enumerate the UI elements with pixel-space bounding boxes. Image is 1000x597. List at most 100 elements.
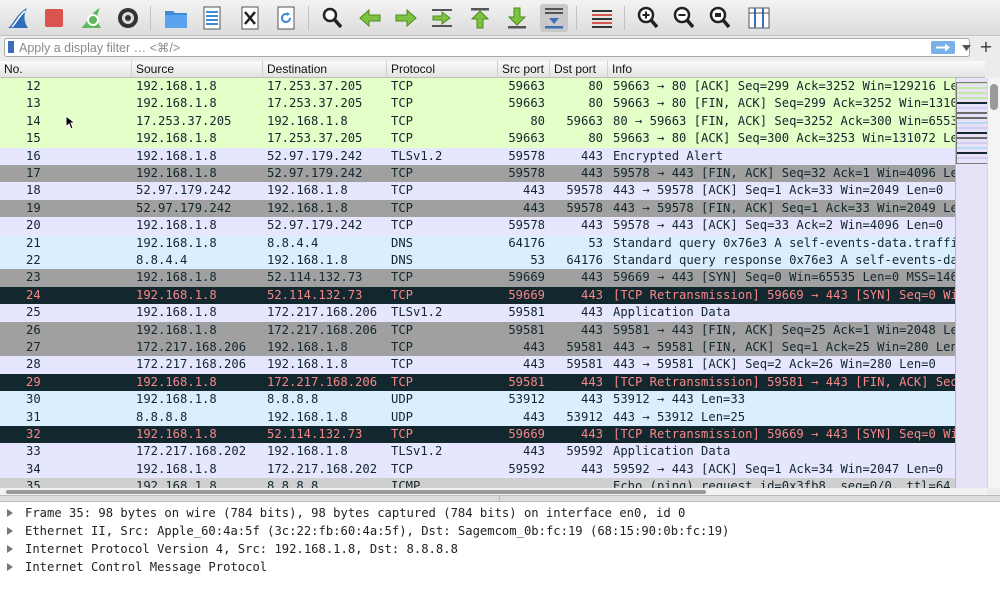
packet-source: 8.8.8.8 [136, 409, 188, 424]
minimap-viewport[interactable] [956, 82, 987, 164]
packet-number: 16 [26, 148, 41, 163]
capture-options-icon[interactable] [114, 4, 142, 32]
zoom-in-icon[interactable] [634, 4, 662, 32]
packet-row[interactable]: 25 192.168.1.8 172.217.168.206 TLSv1.2 59581… [0, 304, 955, 322]
go-forward-icon[interactable] [392, 4, 420, 32]
close-file-icon[interactable] [236, 4, 264, 32]
column-header-protocol[interactable]: Protocol [386, 61, 497, 78]
packet-row[interactable]: 31 8.8.8.8 192.168.1.8 UDP 443 53912 443 → 539… [0, 408, 955, 426]
packet-info: [TCP Retransmission] 59669 → 443 [SYN] S… [613, 427, 955, 441]
scrollbar-thumb[interactable] [990, 84, 998, 110]
save-file-icon[interactable] [198, 4, 226, 32]
apply-filter-arrow-icon[interactable] [931, 41, 955, 54]
packet-info: 59669 → 443 [SYN] Seq=0 Win=65535 Len=0 … [613, 270, 955, 285]
colorize-icon[interactable] [588, 4, 616, 32]
packet-minimap[interactable] [955, 78, 987, 488]
packet-row[interactable]: 18 52.97.179.242 192.168.1.8 TCP 443 59578 443… [0, 182, 955, 200]
packet-src-port: 80 [530, 113, 545, 128]
reload-file-icon[interactable] [272, 4, 300, 32]
packet-row[interactable]: 33 172.217.168.202 192.168.1.8 TLSv1.2 443 59… [0, 443, 955, 461]
display-filter-input[interactable] [19, 39, 909, 56]
zoom-out-icon[interactable] [670, 4, 698, 32]
packet-row[interactable]: 29 192.168.1.8 172.217.168.206 TCP 59581 443 [… [0, 373, 955, 392]
packet-info: 59663 → 80 [ACK] Seq=299 Ack=3252 Win=12… [613, 79, 955, 93]
packet-row[interactable]: 32 192.168.1.8 52.114.132.73 TCP 59669 443 [TC… [0, 426, 955, 444]
find-packet-icon[interactable] [318, 4, 346, 32]
display-filter-field[interactable] [4, 38, 972, 57]
expand-triangle-icon[interactable] [7, 545, 13, 553]
expand-triangle-icon[interactable] [7, 563, 13, 571]
packet-info: 59581 → 443 [FIN, ACK] Seq=25 Ack=1 Win=… [613, 322, 955, 337]
detail-row-ethernet[interactable]: Ethernet II, Src: Apple_60:4a:5f (3c:22:… [0, 522, 1000, 540]
packet-protocol: TCP [391, 322, 414, 337]
stop-capture-icon[interactable] [40, 4, 68, 32]
packet-dst-port: 443 [580, 374, 603, 389]
column-header-src-port[interactable]: Src port [497, 61, 549, 78]
column-header-destination[interactable]: Destination [262, 61, 386, 78]
packet-row[interactable]: 24 192.168.1.8 52.114.132.73 TCP 59669 443 [TC… [0, 286, 955, 305]
packet-row[interactable]: 16 192.168.1.8 52.97.179.242 TLSv1.2 59578 44… [0, 147, 955, 165]
go-back-icon[interactable] [356, 4, 384, 32]
packet-row[interactable]: 21 192.168.1.8 8.8.4.4 DNS 64176 53 Standard q… [0, 234, 955, 252]
packet-protocol: TCP [391, 131, 414, 146]
packet-destination: 192.168.1.8 [267, 113, 348, 128]
packet-row[interactable]: 27 172.217.168.206 192.168.1.8 TCP 443 59581 4… [0, 339, 955, 357]
packet-row[interactable]: 28 172.217.168.206 192.168.1.8 TCP 443 59581 4… [0, 356, 955, 374]
packet-row[interactable]: 26 192.168.1.8 172.217.168.206 TCP 59581 443 5… [0, 321, 955, 339]
packet-row[interactable]: 30 192.168.1.8 8.8.8.8 UDP 53912 443 53912 → 4… [0, 391, 955, 409]
packet-src-port: 59669 [508, 270, 545, 285]
detail-row-icmp[interactable]: Internet Control Message Protocol [0, 558, 1000, 576]
expand-triangle-icon[interactable] [7, 527, 13, 535]
packet-row[interactable]: 13 192.168.1.8 17.253.37.205 TCP 59663 80 5966… [0, 95, 955, 113]
packet-destination: 17.253.37.205 [267, 131, 363, 146]
packet-row[interactable]: 34 192.168.1.8 172.217.168.202 TCP 59592 443 5… [0, 460, 955, 479]
column-header-no[interactable]: No. [0, 61, 131, 78]
open-file-icon[interactable] [162, 4, 190, 32]
packet-number: 20 [26, 218, 41, 233]
column-header-info[interactable]: Info [607, 61, 985, 78]
shark-fin-start-icon[interactable] [4, 4, 32, 32]
packet-destination: 192.168.1.8 [267, 253, 348, 267]
filter-bookmark-icon[interactable] [8, 41, 14, 53]
packet-src-port: 59663 [508, 96, 545, 111]
go-to-packet-icon[interactable] [428, 4, 456, 32]
resize-columns-icon[interactable] [745, 4, 773, 32]
packet-info: 443 → 59581 [FIN, ACK] Seq=1 Ack=25 Win=… [613, 340, 955, 354]
packet-src-port: 443 [522, 444, 545, 459]
packet-row[interactable]: 12 192.168.1.8 17.253.37.205 TCP 59663 80 5966… [0, 78, 955, 96]
restart-capture-icon[interactable] [77, 4, 105, 32]
first-packet-icon[interactable] [466, 4, 494, 32]
detail-row-frame[interactable]: Frame 35: 98 bytes on wire (784 bits), 9… [0, 504, 1000, 522]
filter-history-chevron-down-icon[interactable] [960, 41, 972, 54]
packet-row[interactable]: 23 192.168.1.8 52.114.132.73 TCP 59669 443 596… [0, 269, 955, 287]
column-header-dst-port[interactable]: Dst port [549, 61, 607, 78]
packet-row[interactable]: 20 192.168.1.8 52.97.179.242 TCP 59578 443 595… [0, 217, 955, 235]
packet-row[interactable]: 15 192.168.1.8 17.253.37.205 TCP 59663 80 5966… [0, 130, 955, 148]
packet-row[interactable]: 14 17.253.37.205 192.168.1.8 TCP 80 59663 80 →… [0, 112, 955, 131]
packet-protocol: TCP [391, 427, 414, 441]
packet-list-scrollbar[interactable] [987, 78, 1000, 488]
detail-row-ipv4[interactable]: Internet Protocol Version 4, Src: 192.16… [0, 540, 1000, 558]
autoscroll-icon[interactable] [540, 4, 568, 32]
packet-list-horizontal-scrollbar[interactable] [0, 488, 987, 495]
last-packet-icon[interactable] [503, 4, 531, 32]
expand-triangle-icon[interactable] [7, 509, 13, 517]
pane-splitter[interactable]: ⋮ [0, 495, 1000, 503]
packet-row[interactable]: 19 52.97.179.242 192.168.1.8 TCP 443 59578 443… [0, 199, 955, 218]
packet-row[interactable]: 17 192.168.1.8 52.97.179.242 TCP 59578 443 595… [0, 165, 955, 183]
packet-protocol: UDP [391, 409, 414, 424]
packet-source: 192.168.1.8 [136, 218, 217, 233]
packet-row[interactable]: 22 8.8.4.4 192.168.1.8 DNS 53 64176 Standard q… [0, 252, 955, 270]
packet-destination: 52.114.132.73 [267, 287, 363, 302]
normal-size-icon[interactable] [706, 4, 734, 32]
packet-destination: 172.217.168.206 [267, 305, 378, 320]
packet-src-port: 53 [530, 253, 545, 267]
column-header-source[interactable]: Source [131, 61, 262, 78]
add-filter-button[interactable]: + [976, 37, 996, 57]
packet-info: Application Data [613, 444, 731, 459]
main-toolbar [0, 0, 1000, 36]
packet-destination: 192.168.1.8 [267, 357, 348, 372]
packet-dst-port: 80 [588, 96, 603, 111]
packet-source: 172.217.168.202 [136, 444, 247, 459]
horizontal-scrollbar-thumb[interactable] [6, 490, 706, 494]
